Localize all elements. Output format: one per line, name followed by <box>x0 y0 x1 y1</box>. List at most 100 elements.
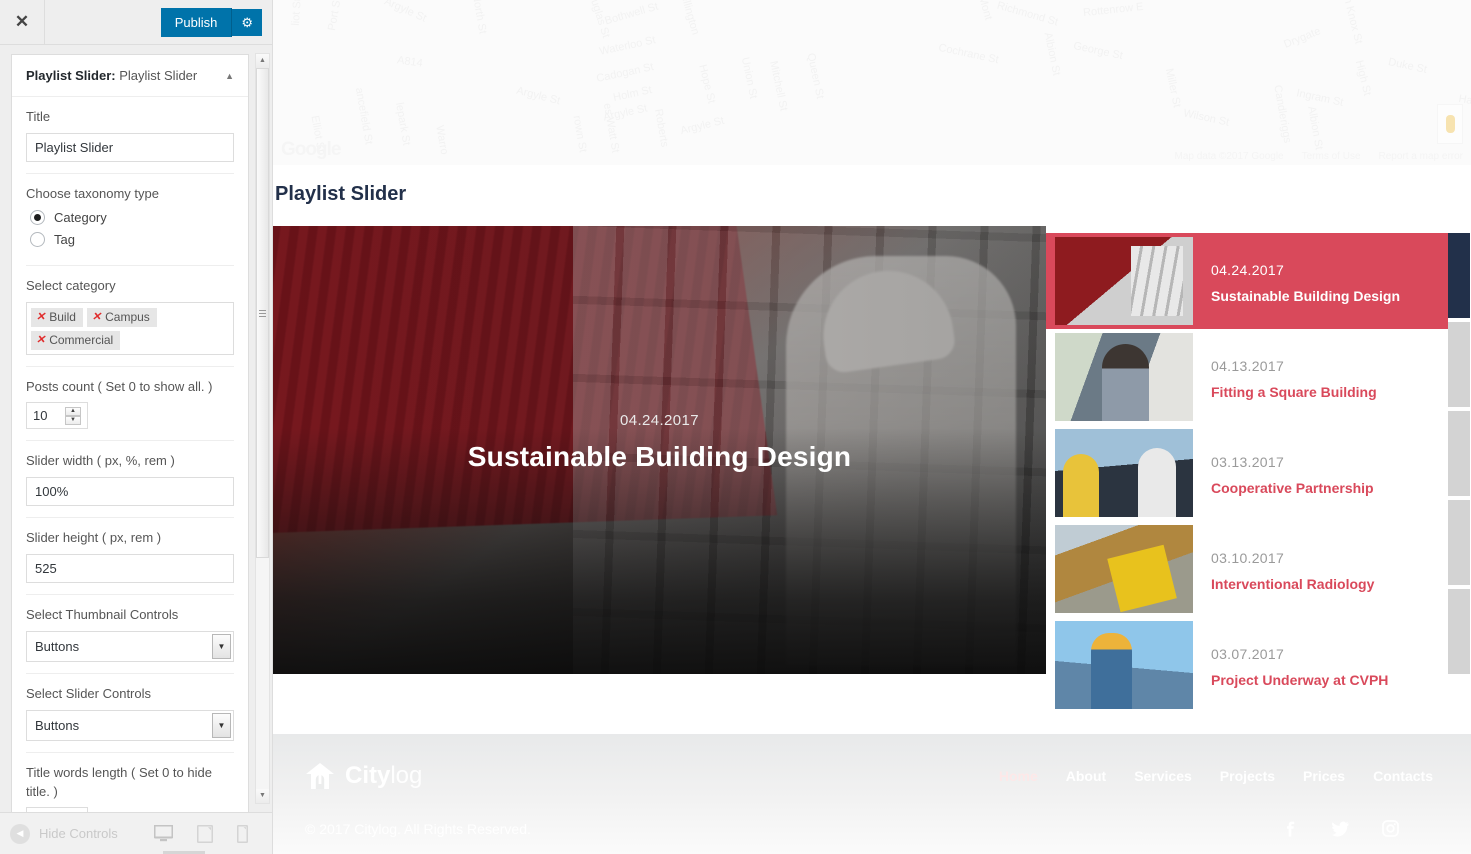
radio-option-category[interactable]: Category <box>30 209 234 225</box>
playlist-item[interactable]: 03.07.2017 Project Underway at CVPH <box>1046 617 1448 713</box>
map-street-label: ancefield St <box>352 86 375 146</box>
collapse-icon[interactable]: ◀ <box>10 823 30 844</box>
category-tag-label: Campus <box>105 309 150 324</box>
map-street-label: George St <box>1072 39 1124 63</box>
control-title-words-length: Title words length ( Set 0 to hide title… <box>26 753 234 812</box>
report-map-error-link[interactable]: Report a map error <box>1379 151 1463 162</box>
control-thumbnail-controls: Select Thumbnail Controls Buttons ▼ <box>26 595 234 674</box>
tablet-icon[interactable] <box>197 824 213 843</box>
radio-dot-tag[interactable] <box>30 231 45 247</box>
sidebar-scrollbar[interactable]: ▲ ▼ <box>255 53 270 804</box>
playlist-item-date: 04.24.2017 <box>1211 262 1285 278</box>
playlist-thumbnail-controls[interactable] <box>1448 226 1470 674</box>
slider-controls-select[interactable]: Buttons <box>26 709 234 741</box>
thumbnail-controls-select[interactable]: Buttons <box>26 630 234 662</box>
logo-text: Citylog <box>345 762 422 790</box>
title-words-label: Title words length ( Set 0 to hide title… <box>26 764 212 799</box>
playlist-item[interactable]: 04.24.2017 Sustainable Building Design <box>1046 233 1448 329</box>
playlist-item[interactable]: 03.10.2017 Interventional Radiology <box>1046 521 1448 617</box>
site-logo[interactable]: Citylog <box>305 762 422 790</box>
logo-text-light: log <box>390 762 423 789</box>
footer-nav-link[interactable]: Projects <box>1220 768 1275 784</box>
customizer-scroll-area[interactable]: Playlist Slider: Playlist Slider ▲ Title… <box>0 45 272 812</box>
mobile-icon[interactable] <box>237 824 248 843</box>
playlist-item[interactable]: 03.13.2017 Cooperative Partnership <box>1046 425 1448 521</box>
category-tag[interactable]: ✕ Build <box>31 307 83 327</box>
playlist-item[interactable]: 04.13.2017 Fitting a Square Building <box>1046 329 1448 425</box>
remove-tag-icon[interactable]: ✕ <box>36 333 45 346</box>
street-view-pegman-icon[interactable] <box>1437 104 1463 144</box>
map-street-label: Roberts <box>652 107 671 149</box>
playlist-control-button[interactable] <box>1448 322 1470 407</box>
playlist-control-button[interactable] <box>1448 233 1470 318</box>
footer-nav-link[interactable]: Home <box>999 768 1038 784</box>
map-street-label: Miller St <box>1162 67 1183 109</box>
remove-tag-icon[interactable]: ✕ <box>92 310 101 323</box>
playlist-item-title[interactable]: Project Underway at CVPH <box>1211 672 1388 688</box>
panel-header[interactable]: Playlist Slider: Playlist Slider ▲ <box>12 55 248 97</box>
thumbnail-controls-select-wrap[interactable]: Buttons ▼ <box>26 630 234 662</box>
footer-top-row: Citylog Home About Services Projects Prices C… <box>305 762 1439 790</box>
chevron-up-icon[interactable]: ▲ <box>225 71 234 81</box>
playlist-item-title[interactable]: Sustainable Building Design <box>1211 288 1400 304</box>
facebook-icon[interactable] <box>1282 820 1298 837</box>
footer-nav-link[interactable]: Contacts <box>1373 768 1433 784</box>
terms-of-use-link[interactable]: Terms of Use <box>1302 151 1361 162</box>
social-links <box>1282 820 1439 837</box>
map-street-label: Holm St <box>612 84 653 104</box>
radio-option-tag[interactable]: Tag <box>30 231 234 247</box>
control-slider-controls: Select Slider Controls Buttons ▼ <box>26 674 234 753</box>
playlist-item-date: 03.07.2017 <box>1211 646 1285 662</box>
map-street-label: Wilson St <box>1182 107 1231 129</box>
close-customizer-button[interactable]: ✕ <box>0 0 45 44</box>
map-street-label: Queen St <box>804 52 826 100</box>
title-input[interactable] <box>26 132 234 162</box>
category-tag[interactable]: ✕ Campus <box>86 307 157 327</box>
remove-tag-icon[interactable]: ✕ <box>36 310 45 323</box>
slider-width-input[interactable] <box>26 477 234 507</box>
slider-controls-select-wrap[interactable]: Buttons ▼ <box>26 709 234 741</box>
desktop-icon[interactable] <box>154 825 173 843</box>
site-preview: liot St Port St Argyle St North St A814 Argyl… <box>273 0 1471 854</box>
posts-count-stepper[interactable]: ▲ ▼ <box>26 402 88 430</box>
stepper-buttons[interactable]: ▲ ▼ <box>65 403 81 428</box>
wp-customizer-sidebar: ✕ Publish ⚙ Playlist Slider: Playlist Sl… <box>0 0 273 854</box>
playlist-control-button[interactable] <box>1448 411 1470 496</box>
footer-nav-link[interactable]: Services <box>1134 768 1192 784</box>
slider-height-input[interactable] <box>26 554 234 584</box>
map-street-label: Cochrane St <box>937 41 1000 67</box>
category-tag-box[interactable]: ✕ Build ✕ Campus ✕ Commercial <box>26 301 234 355</box>
scroll-down-icon[interactable]: ▼ <box>256 789 269 803</box>
posts-count-input[interactable] <box>27 403 65 429</box>
logo-text-bold: City <box>345 762 391 789</box>
playlist-control-button[interactable] <box>1448 500 1470 585</box>
radio-dot-category[interactable] <box>30 209 45 225</box>
map-data-credit: Map data ©2017 Google <box>1174 151 1284 162</box>
scroll-up-icon[interactable]: ▲ <box>256 54 269 68</box>
gear-icon[interactable]: ⚙ <box>232 8 262 36</box>
footer-nav-link[interactable]: About <box>1066 768 1106 784</box>
playlist-item-title[interactable]: Interventional Radiology <box>1211 576 1374 592</box>
publish-button[interactable]: Publish <box>160 7 233 37</box>
slider-height-label: Slider height ( px, rem ) <box>26 530 162 546</box>
slider-hero[interactable]: 04.24.2017 Sustainable Building Design <box>273 226 1046 674</box>
category-tag[interactable]: ✕ Commercial <box>31 330 121 350</box>
playlist-item-meta: 04.13.2017 Fitting a Square Building <box>1211 333 1377 400</box>
stepper-down-icon[interactable]: ▼ <box>65 415 81 425</box>
map-street-label: Mont <box>976 0 995 22</box>
twitter-icon[interactable] <box>1331 820 1349 837</box>
device-preview-group <box>154 824 262 843</box>
hide-controls-button[interactable]: ◀ Hide Controls <box>10 823 118 844</box>
playlist-item-title[interactable]: Fitting a Square Building <box>1211 384 1377 400</box>
playlist-item-title[interactable]: Cooperative Partnership <box>1211 480 1374 496</box>
playlist-item-date: 03.10.2017 <box>1211 550 1285 566</box>
instagram-icon[interactable] <box>1382 820 1399 837</box>
playlist-control-button[interactable] <box>1448 589 1470 674</box>
footer-bottom-row: © 2017 Citylog. All Rights Reserved. <box>305 820 1439 837</box>
footer-nav-link[interactable]: Prices <box>1303 768 1345 784</box>
stepper-up-icon[interactable]: ▲ <box>65 406 81 416</box>
scrollbar-thumb[interactable] <box>256 68 269 558</box>
map-band[interactable]: liot St Port St Argyle St North St A814 Argyl… <box>273 0 1471 165</box>
panel-title-name: Playlist Slider <box>119 68 198 83</box>
slider-controls-label: Select Slider Controls <box>26 685 151 701</box>
